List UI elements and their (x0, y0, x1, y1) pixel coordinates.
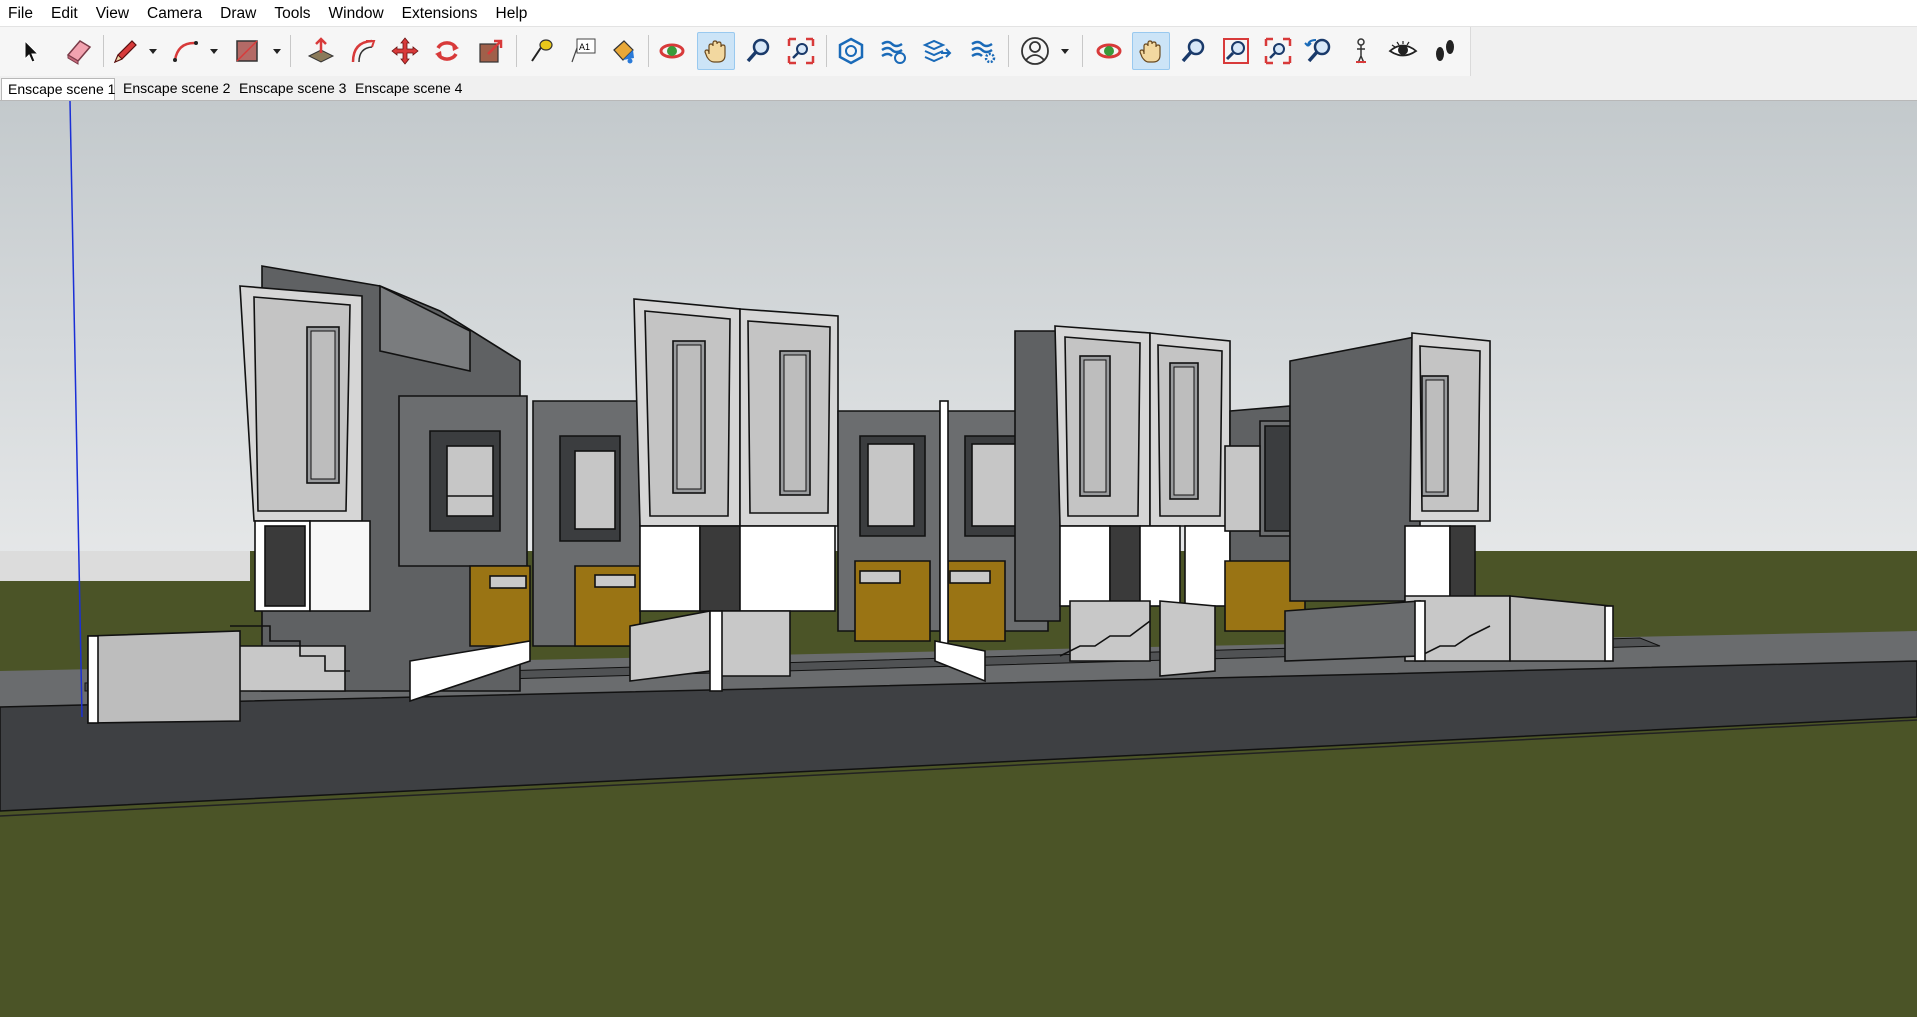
chevron-down-icon (1061, 49, 1069, 54)
enscape-start-icon (838, 37, 864, 65)
rectangle-tool-button[interactable] (228, 32, 266, 70)
paint-bucket-tool-icon (613, 40, 634, 64)
menu-draw[interactable]: Draw (211, 0, 265, 26)
zoom-extents-2-icon (1264, 37, 1292, 65)
enscape-sync-button[interactable] (874, 32, 912, 70)
scene-tab-4[interactable]: Enscape scene 4 (349, 78, 465, 99)
orbit-tool-button[interactable] (653, 32, 691, 70)
menu-help[interactable]: Help (487, 0, 537, 26)
text-tool-icon: A1 (571, 38, 596, 63)
pencil-tool-button[interactable] (106, 32, 144, 70)
zoom-extents-tool-button[interactable] (782, 32, 820, 70)
offset-tool-icon (351, 39, 376, 63)
rotate-tool-icon (435, 41, 459, 61)
select-tool-button[interactable] (11, 32, 49, 70)
text-tool-button[interactable]: A1 (564, 32, 602, 70)
pan-tool-icon (704, 40, 726, 63)
scale-tool-icon (479, 39, 503, 63)
menu-extensions[interactable]: Extensions (393, 0, 487, 26)
push-pull-tool-icon (307, 37, 335, 63)
toolbar-separator (1008, 35, 1009, 67)
menu-camera[interactable]: Camera (138, 0, 211, 26)
zoom-window-button[interactable] (1217, 32, 1255, 70)
scene-tab-3[interactable]: Enscape scene 3 (233, 78, 348, 99)
paint-bucket-tool-button[interactable] (604, 32, 642, 70)
menu-file[interactable]: File (0, 0, 42, 26)
toolbar-separator (826, 35, 827, 67)
pencil-line-tool-icon (113, 40, 137, 64)
zoom-extents-2-button[interactable] (1259, 32, 1297, 70)
move-tool-icon (391, 37, 419, 65)
menu-window[interactable]: Window (320, 0, 393, 26)
scene-tabs-bar: Enscape scene 1 Enscape scene 2 Enscape … (0, 76, 1917, 101)
enscape-export-icon (922, 39, 952, 63)
account-button[interactable] (1016, 32, 1054, 70)
zoom-window-icon (1223, 38, 1249, 64)
look-around-button[interactable] (1384, 32, 1422, 70)
tape-measure-tool-button[interactable] (522, 32, 560, 70)
menu-view[interactable]: View (87, 0, 138, 26)
model-scene (0, 101, 1917, 1017)
move-tool-button[interactable] (386, 32, 424, 70)
rectangle-tool-icon (236, 40, 258, 62)
zoom-2-button[interactable] (1174, 32, 1212, 70)
toolbar-separator (1082, 35, 1083, 67)
eraser-tool-icon (66, 40, 92, 65)
text-tool-label: A1 (579, 42, 590, 52)
menu-bar: File Edit View Camera Draw Tools Window … (0, 0, 1917, 26)
pan-2-button[interactable] (1132, 32, 1170, 70)
orbit-2-button[interactable] (1090, 32, 1128, 70)
previous-view-button[interactable] (1300, 32, 1338, 70)
toolbar-separator (648, 35, 649, 67)
arc-dropdown[interactable] (207, 32, 221, 70)
walk-button[interactable] (1426, 32, 1464, 70)
position-camera-button[interactable] (1342, 32, 1380, 70)
toolbar-separator (103, 35, 104, 67)
orbit-tool-icon (659, 43, 685, 59)
eraser-tool-button[interactable] (59, 32, 97, 70)
enscape-settings-icon (971, 40, 996, 64)
walk-icon (1436, 40, 1454, 61)
scene-tab-1[interactable]: Enscape scene 1 (1, 78, 115, 100)
enscape-export-button[interactable] (918, 32, 956, 70)
toolbar-separator (516, 35, 517, 67)
enscape-settings-button[interactable] (964, 32, 1002, 70)
tape-measure-tool-icon (531, 39, 553, 62)
horizon-band (0, 551, 250, 581)
chevron-down-icon (149, 49, 157, 54)
account-dropdown[interactable] (1058, 32, 1072, 70)
push-pull-tool-button[interactable] (302, 32, 340, 70)
arc-tool-button[interactable] (166, 32, 204, 70)
look-around-icon (1388, 41, 1418, 57)
zoom-extents-tool-icon (787, 37, 815, 65)
chevron-down-icon (210, 49, 218, 54)
zoom-tool-icon (746, 38, 770, 63)
toolbar-strip: A1 (0, 27, 1471, 77)
menu-edit[interactable]: Edit (42, 0, 87, 26)
account-icon (1021, 37, 1049, 65)
enscape-start-button[interactable] (832, 32, 870, 70)
zoom-tool-button[interactable] (739, 32, 777, 70)
toolbar-separator (290, 35, 291, 67)
rectangle-dropdown[interactable] (270, 32, 284, 70)
scene-tab-2[interactable]: Enscape scene 2 (117, 78, 233, 99)
toolbar: A1 (0, 26, 1917, 77)
select-tool-icon (24, 39, 40, 63)
pan-tool-button[interactable] (697, 32, 735, 70)
chevron-down-icon (273, 49, 281, 54)
zoom-2-icon (1181, 38, 1205, 63)
rotate-tool-button[interactable] (428, 32, 466, 70)
menu-tools[interactable]: Tools (265, 0, 319, 26)
enscape-sync-icon (881, 40, 906, 64)
pan-2-icon (1139, 40, 1161, 63)
previous-view-icon (1304, 38, 1331, 63)
orbit-2-icon (1096, 43, 1122, 59)
position-camera-icon (1356, 38, 1366, 64)
arc-tool-icon (173, 41, 198, 62)
offset-tool-button[interactable] (344, 32, 382, 70)
scale-tool-button[interactable] (472, 32, 510, 70)
pencil-dropdown[interactable] (146, 32, 160, 70)
3d-viewport[interactable] (0, 101, 1917, 1017)
